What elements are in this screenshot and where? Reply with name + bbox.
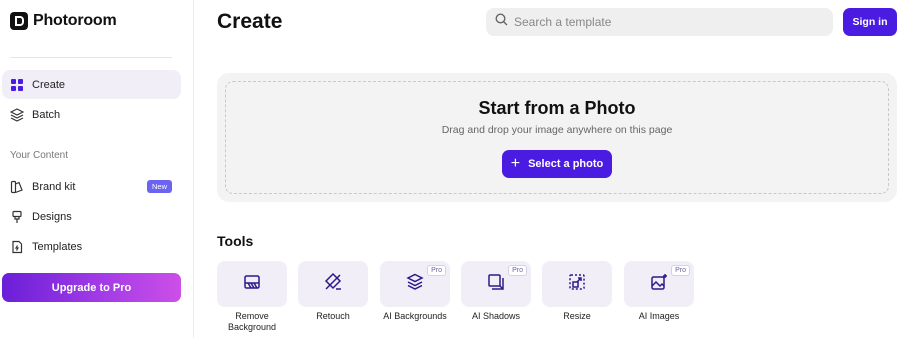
designs-icon — [10, 210, 24, 224]
sidebar-item-designs[interactable]: Designs — [2, 202, 181, 231]
sidebar-item-label: Batch — [32, 108, 61, 121]
sidebar-item-batch[interactable]: Batch — [2, 100, 181, 129]
section-label-your-content: Your Content — [10, 150, 69, 161]
tool-label: Resize — [563, 311, 591, 321]
search-bar[interactable] — [486, 8, 833, 36]
tool-card[interactable]: Pro — [461, 261, 531, 307]
tool-label: Remove Background — [227, 311, 277, 332]
plus-icon: + — [510, 155, 521, 172]
select-photo-label: Select a photo — [528, 158, 604, 170]
sidebar-item-label: Create — [32, 78, 66, 91]
sidebar-item-templates[interactable]: Templates — [2, 232, 181, 261]
sidebar-item-brand-kit[interactable]: Brand kit New — [2, 172, 181, 201]
grid-icon — [10, 78, 24, 92]
sidebar: Photoroom Create Batch Your Content Bran… — [0, 0, 194, 338]
tool-card[interactable]: Pro — [624, 261, 694, 307]
tool-ai-backgrounds[interactable]: Pro AI Backgrounds — [380, 261, 450, 322]
ai-backgrounds-icon — [406, 273, 424, 296]
tool-remove-background[interactable]: Remove Background — [217, 261, 287, 333]
pro-badge: Pro — [427, 265, 446, 276]
tool-label: AI Images — [638, 311, 680, 321]
sidebar-item-label: Templates — [32, 240, 83, 253]
upload-panel[interactable]: Start from a Photo Drag and drop your im… — [217, 73, 897, 202]
new-badge: New — [146, 180, 172, 193]
sign-in-button[interactable]: Sign in — [843, 8, 897, 36]
tool-card[interactable] — [217, 261, 287, 307]
tool-label: Retouch — [316, 311, 350, 321]
select-photo-button[interactable]: + Select a photo — [502, 150, 612, 178]
templates-icon — [10, 240, 24, 254]
brand-name: Photoroom — [33, 12, 117, 29]
upload-subtitle: Drag and drop your image anywhere on thi… — [441, 124, 673, 136]
ai-shadows-icon — [487, 273, 505, 296]
pro-badge: Pro — [671, 265, 690, 276]
tool-card[interactable]: Pro — [380, 261, 450, 307]
tool-ai-shadows[interactable]: Pro AI Shadows — [461, 261, 531, 322]
search-icon — [495, 13, 508, 31]
sidebar-item-label: Designs — [32, 210, 72, 223]
sidebar-divider — [10, 57, 172, 58]
page-title: Create — [217, 10, 283, 33]
logo[interactable]: Photoroom — [10, 12, 117, 30]
resize-icon — [568, 273, 586, 296]
tool-card[interactable] — [298, 261, 368, 307]
tool-ai-images[interactable]: Pro AI Images — [624, 261, 694, 322]
upload-title: Start from a Photo — [478, 98, 636, 118]
sidebar-item-label: Brand kit — [32, 180, 76, 193]
tools-heading: Tools — [217, 233, 254, 249]
remove-background-icon — [243, 273, 261, 296]
photoroom-logo-icon — [10, 12, 28, 30]
search-input[interactable] — [514, 15, 814, 29]
tool-card[interactable] — [542, 261, 612, 307]
retouch-icon — [323, 272, 343, 297]
tool-resize[interactable]: Resize — [542, 261, 612, 322]
ai-images-icon — [650, 273, 668, 296]
drop-zone[interactable]: Start from a Photo Drag and drop your im… — [225, 81, 889, 194]
layers-icon — [10, 107, 24, 122]
brand-kit-icon — [10, 180, 24, 194]
tool-label: AI Shadows — [471, 311, 521, 321]
tool-retouch[interactable]: Retouch — [298, 261, 368, 322]
tool-label: AI Backgrounds — [383, 311, 447, 321]
upgrade-to-pro-button[interactable]: Upgrade to Pro — [2, 273, 181, 302]
sidebar-item-create[interactable]: Create — [2, 70, 181, 99]
pro-badge: Pro — [508, 265, 527, 276]
